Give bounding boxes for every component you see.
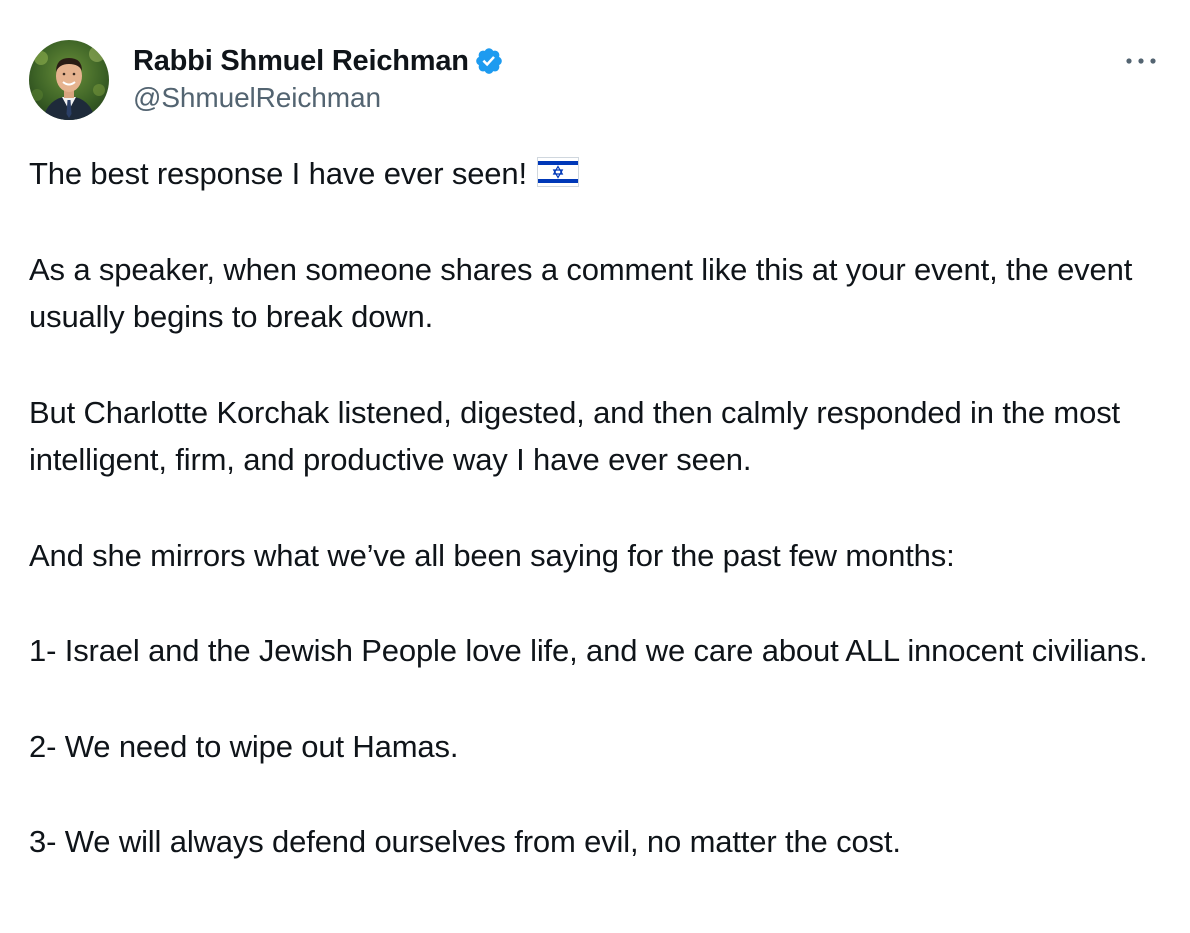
name-row: Rabbi Shmuel Reichman <box>133 42 504 80</box>
tweet-paragraph: As a speaker, when someone shares a comm… <box>29 251 1133 335</box>
tweet-paragraph: 2- We need to wipe out Hamas. <box>29 728 459 764</box>
verified-badge-icon[interactable] <box>474 46 504 76</box>
author-handle[interactable]: @ShmuelReichman <box>133 82 504 114</box>
flag-israel-icon <box>536 153 579 187</box>
author-info: Rabbi Shmuel Reichman @ShmuelReichman <box>133 42 504 114</box>
tweet-paragraph: The best response I have ever seen! <box>29 150 1169 198</box>
avatar-image <box>29 40 109 120</box>
avatar[interactable] <box>29 40 109 120</box>
tweet-text: The best response I have ever seen! As a… <box>29 150 1169 866</box>
tweet-card: Rabbi Shmuel Reichman @ShmuelReichman Th… <box>0 0 1190 933</box>
tweet-paragraph: But Charlotte Korchak listened, digested… <box>29 394 1121 478</box>
more-options-ellipsis-icon[interactable] <box>1121 48 1161 74</box>
tweet-paragraph: 1- Israel and the Jewish People love lif… <box>29 633 1148 668</box>
tweet-paragraph: 3- We will always defend ourselves from … <box>29 824 901 859</box>
tweet-paragraph-text: The best response I have ever seen! <box>29 156 527 191</box>
author-display-name[interactable]: Rabbi Shmuel Reichman <box>133 45 469 78</box>
tweet-paragraph: And she mirrors what we’ve all been sayi… <box>29 537 955 573</box>
